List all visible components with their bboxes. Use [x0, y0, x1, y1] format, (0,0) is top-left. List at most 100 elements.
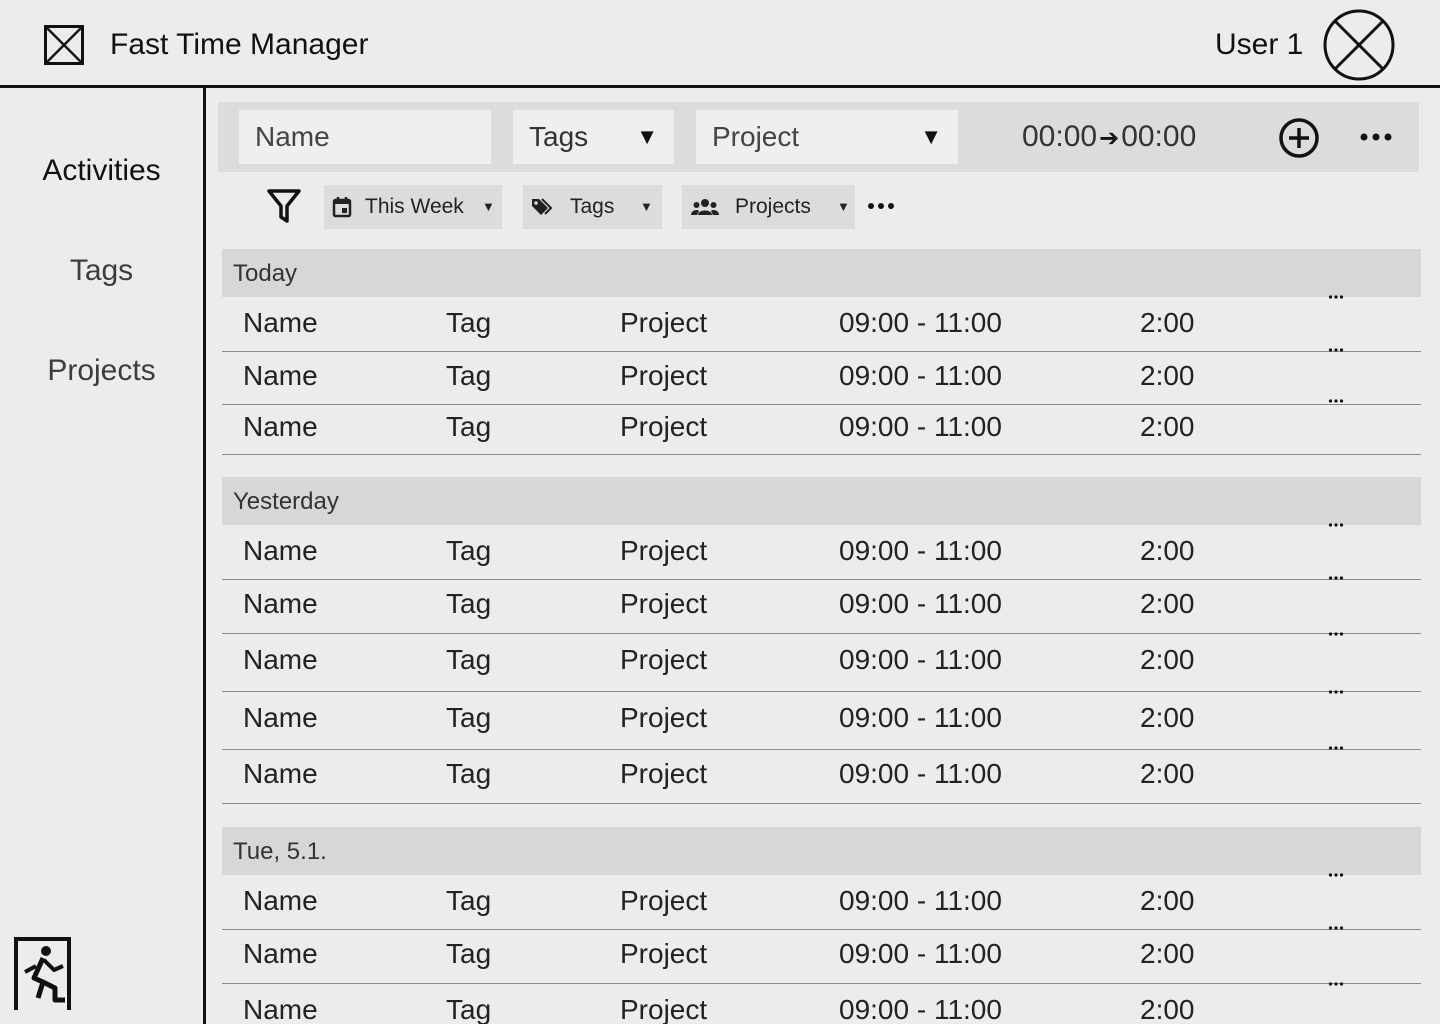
tags-select[interactable]: Tags ▼ — [513, 110, 674, 164]
activity-time-range: 09:00 - 11:00 — [839, 307, 1002, 338]
time-range[interactable]: 00:00➔00:00 — [1022, 117, 1196, 159]
project-select[interactable]: Project ▼ — [696, 110, 958, 164]
end-time[interactable]: 00:00 — [1121, 120, 1196, 153]
row-more-icon[interactable] — [1328, 522, 1344, 528]
activity-project: Project — [620, 885, 708, 916]
chevron-down-icon: ▼ — [482, 199, 495, 214]
activity-tag: Tag — [446, 938, 492, 969]
filter-chip-tags[interactable]: Tags ▼ — [523, 185, 662, 229]
activity-name: Name — [243, 360, 318, 391]
avatar-placeholder-icon[interactable] — [1323, 9, 1395, 81]
activity-project: Project — [620, 702, 708, 733]
activity-time-range: 09:00 - 11:00 — [839, 588, 1002, 619]
group-header: Tue, 5.1. — [222, 827, 1421, 875]
row-more-icon[interactable] — [1328, 575, 1344, 581]
group-header: Yesterday — [222, 477, 1421, 525]
activity-project: Project — [620, 938, 708, 969]
activity-row[interactable]: Name Tag Project 09:00 - 11:00 2:00 — [222, 295, 1421, 352]
filter-chip-tags-label: Tags — [570, 195, 615, 218]
sidebar-item-tags[interactable]: Tags — [0, 252, 203, 290]
activity-tag: Tag — [446, 758, 492, 789]
row-more-icon[interactable] — [1328, 294, 1344, 300]
tags-select-label: Tags — [529, 121, 589, 152]
calendar-icon — [332, 197, 352, 218]
row-more-icon[interactable] — [1328, 925, 1344, 931]
filter-chip-projects-label: Projects — [735, 195, 811, 218]
activity-duration: 2:00 — [1140, 938, 1195, 969]
activity-time-range: 09:00 - 11:00 — [839, 938, 1002, 969]
activity-row[interactable]: Name Tag Project 09:00 - 11:00 2:00 — [222, 399, 1421, 455]
activity-row[interactable]: Name Tag Project 09:00 - 11:00 2:00 — [222, 746, 1421, 804]
activity-tag: Tag — [446, 702, 492, 733]
chevron-down-icon: ▼ — [640, 199, 653, 214]
activity-time-range: 09:00 - 11:00 — [839, 994, 1002, 1024]
row-more-icon[interactable] — [1328, 347, 1344, 353]
activity-duration: 2:00 — [1140, 885, 1195, 916]
activity-duration: 2:00 — [1140, 411, 1195, 442]
activity-duration: 2:00 — [1140, 994, 1195, 1024]
activity-time-range: 09:00 - 11:00 — [839, 360, 1002, 391]
activity-project: Project — [620, 411, 708, 442]
activity-project: Project — [620, 360, 708, 391]
row-more-icon[interactable] — [1328, 631, 1344, 637]
activity-duration: 2:00 — [1140, 535, 1195, 566]
filter-chip-projects[interactable]: Projects ▼ — [682, 185, 855, 229]
activity-tag: Tag — [446, 411, 492, 442]
activity-time-range: 09:00 - 11:00 — [839, 702, 1002, 733]
sidebar-item-projects[interactable]: Projects — [0, 352, 203, 390]
filter-chip-date[interactable]: This Week ▼ — [324, 185, 502, 229]
row-more-icon[interactable] — [1328, 872, 1344, 878]
activity-time-range: 09:00 - 11:00 — [839, 885, 1002, 916]
activity-duration: 2:00 — [1140, 307, 1195, 338]
chevron-down-icon: ▼ — [920, 124, 942, 149]
sidebar: Activities Tags Projects — [0, 88, 206, 1024]
activity-duration: 2:00 — [1140, 360, 1195, 391]
activity-project: Project — [620, 307, 708, 338]
plus-circle-icon[interactable] — [1278, 117, 1320, 159]
activity-project: Project — [620, 588, 708, 619]
activity-name: Name — [243, 994, 318, 1024]
sidebar-item-activities[interactable]: Activities — [0, 152, 203, 190]
name-input[interactable]: Name — [239, 110, 491, 164]
activity-row[interactable]: Name Tag Project 09:00 - 11:00 2:00 — [222, 689, 1421, 750]
app-header: Fast Time Manager User 1 — [0, 0, 1440, 88]
more-icon[interactable] — [1358, 122, 1394, 152]
filter-chip-date-label: This Week — [365, 195, 464, 218]
more-icon[interactable] — [866, 196, 896, 216]
exit-icon[interactable] — [13, 936, 73, 1012]
arrow-right-icon: ➔ — [1099, 125, 1120, 152]
activity-row[interactable]: Name Tag Project 09:00 - 11:00 2:00 — [222, 926, 1421, 984]
activity-time-range: 09:00 - 11:00 — [839, 758, 1002, 789]
activity-duration: 2:00 — [1140, 644, 1195, 675]
activity-name: Name — [243, 938, 318, 969]
activity-duration: 2:00 — [1140, 702, 1195, 733]
activity-name: Name — [243, 702, 318, 733]
tags-icon — [532, 198, 553, 215]
activity-row[interactable]: Name Tag Project 09:00 - 11:00 2:00 — [222, 981, 1421, 1024]
activity-time-range: 09:00 - 11:00 — [839, 644, 1002, 675]
user-name[interactable]: User 1 — [1215, 26, 1303, 64]
activity-project: Project — [620, 758, 708, 789]
activity-time-range: 09:00 - 11:00 — [839, 535, 1002, 566]
row-more-icon[interactable] — [1328, 745, 1344, 751]
image-placeholder-icon — [44, 25, 84, 65]
row-more-icon[interactable] — [1328, 689, 1344, 695]
start-time[interactable]: 00:00 — [1022, 120, 1097, 153]
project-select-label: Project — [712, 121, 800, 152]
activity-tag: Tag — [446, 360, 492, 391]
activity-name: Name — [243, 885, 318, 916]
row-more-icon[interactable] — [1328, 981, 1344, 987]
row-more-icon[interactable] — [1328, 398, 1344, 404]
activity-name: Name — [243, 307, 318, 338]
people-icon — [691, 199, 719, 215]
activity-row[interactable]: Name Tag Project 09:00 - 11:00 2:00 — [222, 523, 1421, 580]
activity-row[interactable]: Name Tag Project 09:00 - 11:00 2:00 — [222, 631, 1421, 692]
activity-row[interactable]: Name Tag Project 09:00 - 11:00 2:00 — [222, 348, 1421, 405]
activity-duration: 2:00 — [1140, 758, 1195, 789]
activity-row[interactable]: Name Tag Project 09:00 - 11:00 2:00 — [222, 576, 1421, 634]
group-header: Today — [222, 249, 1421, 297]
activity-name: Name — [243, 758, 318, 789]
activity-tag: Tag — [446, 885, 492, 916]
activity-row[interactable]: Name Tag Project 09:00 - 11:00 2:00 — [222, 873, 1421, 930]
filter-icon[interactable] — [266, 187, 302, 225]
